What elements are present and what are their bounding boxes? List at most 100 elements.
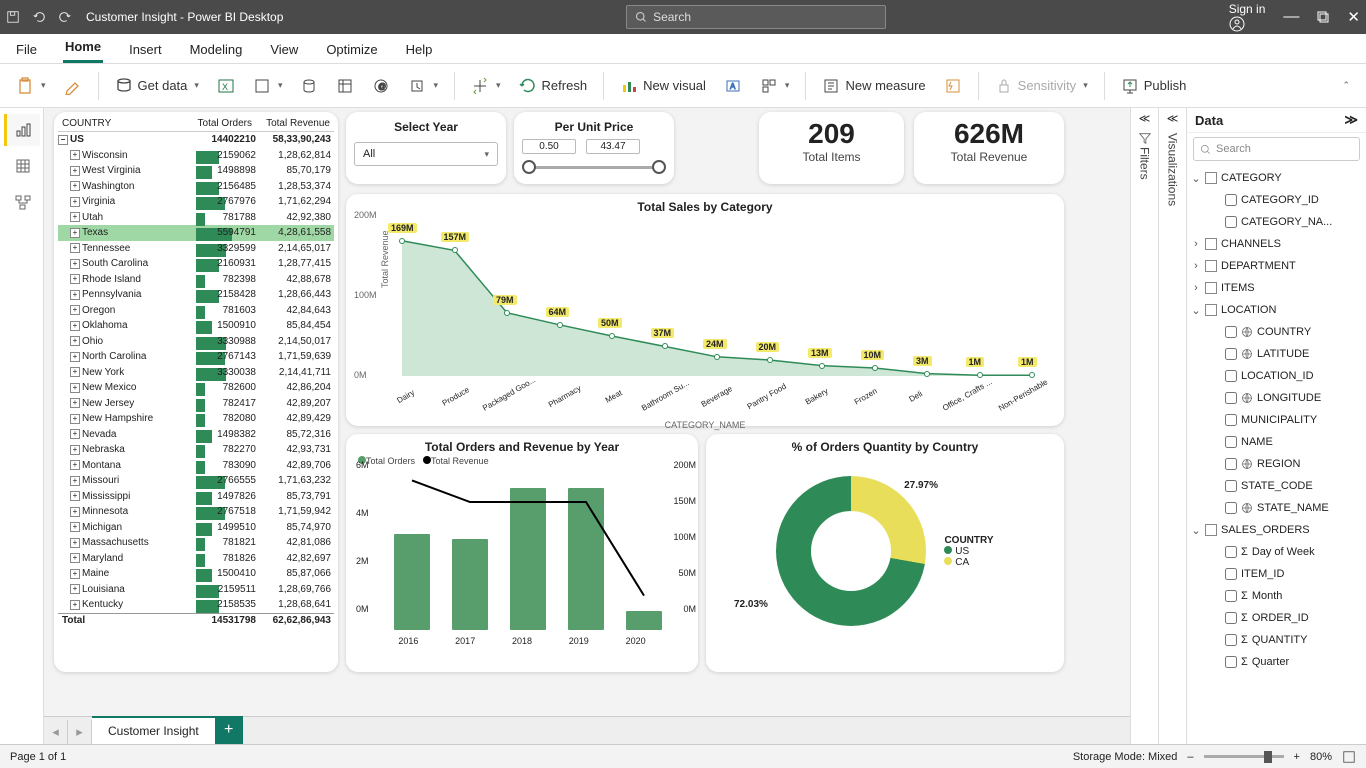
minimize-icon[interactable]: — — [1283, 8, 1299, 26]
field-node[interactable]: LATITUDE — [1191, 343, 1362, 365]
ribbon-collapse-icon[interactable]: ⌃ — [1334, 76, 1356, 95]
matrix-row[interactable]: + Wisconsin21590621,28,62,814 — [58, 148, 334, 164]
enter-data-button[interactable] — [330, 73, 360, 99]
field-node[interactable]: ITEM_ID — [1191, 563, 1362, 585]
expand-icon[interactable]: + — [70, 398, 80, 408]
matrix-row[interactable]: + Oregon78160342,84,643 — [58, 303, 334, 319]
matrix-row[interactable]: + Massachusetts78182142,81,086 — [58, 535, 334, 551]
zoom-in-button[interactable]: + — [1294, 751, 1300, 763]
range-knob-max[interactable] — [652, 160, 666, 174]
expand-icon[interactable]: + — [70, 569, 80, 579]
format-painter-button[interactable] — [58, 73, 88, 99]
publish-button[interactable]: Publish — [1115, 73, 1193, 99]
paste-button[interactable]: ▾ — [10, 73, 52, 99]
range-max[interactable]: 43.47 — [586, 139, 640, 154]
close-icon[interactable]: ✕ — [1347, 8, 1360, 26]
expand-icon[interactable]: + — [70, 367, 80, 377]
sales-by-category-chart[interactable]: Total Sales by Category Total Revenue 0M… — [346, 194, 1064, 426]
expand-icon[interactable]: + — [70, 336, 80, 346]
matrix-row[interactable]: + Utah78178842,92,380 — [58, 210, 334, 226]
orders-revenue-by-year-chart[interactable]: Total Orders and Revenue by Year Total O… — [346, 434, 698, 672]
matrix-row[interactable]: + Missouri27665551,71,63,232 — [58, 473, 334, 489]
visualizations-pane-collapsed[interactable]: ≪ Visualizations — [1158, 108, 1186, 744]
expand-icon[interactable]: + — [70, 553, 80, 563]
expand-icon[interactable]: + — [70, 476, 80, 486]
expand-icon[interactable]: + — [70, 166, 80, 176]
matrix-row[interactable]: + Maine150041085,87,066 — [58, 566, 334, 582]
table-node[interactable]: › ITEMS — [1191, 277, 1362, 299]
data-hub-button[interactable]: ▾ — [247, 73, 289, 99]
refresh-button[interactable]: Refresh — [513, 73, 594, 99]
field-node[interactable]: CATEGORY_ID — [1191, 189, 1362, 211]
range-track[interactable] — [528, 166, 660, 169]
add-page-button[interactable]: + — [215, 716, 243, 744]
tab-prev-button[interactable]: ◂ — [44, 720, 68, 744]
matrix-row[interactable]: + Nebraska78227042,93,731 — [58, 442, 334, 458]
expand-icon[interactable]: + — [70, 460, 80, 470]
new-visual-button[interactable]: New visual — [614, 73, 712, 99]
matrix-row[interactable]: + Tennessee33295992,14,65,017 — [58, 241, 334, 257]
matrix-row[interactable]: + Michigan149951085,74,970 — [58, 520, 334, 536]
collapse-icon[interactable]: − — [58, 135, 68, 145]
expand-icon[interactable]: + — [70, 259, 80, 269]
page-tab[interactable]: Customer Insight — [92, 716, 215, 744]
expand-icon[interactable]: + — [70, 522, 80, 532]
expand-icon[interactable]: + — [70, 321, 80, 331]
fields-search[interactable]: Search — [1193, 137, 1360, 161]
matrix-row[interactable]: + New Mexico78260042,86,204 — [58, 380, 334, 396]
field-node[interactable]: STATE_CODE — [1191, 475, 1362, 497]
model-view-button[interactable] — [4, 186, 40, 218]
expand-icon[interactable]: + — [70, 538, 80, 548]
matrix-row[interactable]: + New York33300382,14,41,711 — [58, 365, 334, 381]
field-node[interactable]: NAME — [1191, 431, 1362, 453]
field-node[interactable]: Σ Quarter — [1191, 651, 1362, 673]
matrix-row[interactable]: + Oklahoma150091085,84,454 — [58, 318, 334, 334]
expand-icon[interactable]: + — [70, 290, 80, 300]
filters-pane-collapsed[interactable]: ≪ Filters — [1130, 108, 1158, 744]
expand-icon[interactable]: + — [70, 150, 80, 160]
expand-icon[interactable]: + — [70, 507, 80, 517]
expand-icon[interactable]: + — [70, 197, 80, 207]
menu-insert[interactable]: Insert — [127, 38, 164, 63]
matrix-row[interactable]: + Minnesota27675181,71,59,942 — [58, 504, 334, 520]
expand-icon[interactable]: + — [70, 383, 80, 393]
matrix-row[interactable]: + Mississippi149782685,73,791 — [58, 489, 334, 505]
field-node[interactable]: CATEGORY_NA... — [1191, 211, 1362, 233]
menu-view[interactable]: View — [268, 38, 300, 63]
save-icon[interactable] — [6, 10, 20, 24]
more-visuals-button[interactable]: ▾ — [754, 73, 796, 99]
expand-icon[interactable]: + — [70, 445, 80, 455]
menu-file[interactable]: File — [14, 38, 39, 63]
sql-source-button[interactable] — [294, 73, 324, 99]
matrix-row[interactable]: + Kentucky21585351,28,68,641 — [58, 597, 334, 613]
field-node[interactable]: LONGITUDE — [1191, 387, 1362, 409]
field-node[interactable]: Σ Day of Week — [1191, 541, 1362, 563]
field-node[interactable]: Σ ORDER_ID — [1191, 607, 1362, 629]
report-view-button[interactable] — [4, 114, 40, 146]
expand-icon[interactable]: + — [70, 414, 80, 424]
country-matrix-visual[interactable]: COUNTRY Total Orders Total Revenue − US1… — [54, 112, 338, 672]
field-node[interactable]: COUNTRY — [1191, 321, 1362, 343]
recent-sources-button[interactable]: ▾ — [402, 73, 444, 99]
tab-next-button[interactable]: ▸ — [68, 720, 92, 744]
expand-icon[interactable]: + — [70, 429, 80, 439]
data-view-button[interactable] — [4, 150, 40, 182]
expand-icon[interactable]: + — [70, 274, 80, 284]
per-unit-price-slicer[interactable]: Per Unit Price 0.5043.47 — [514, 112, 674, 184]
field-node[interactable]: MUNICIPALITY — [1191, 409, 1362, 431]
range-knob-min[interactable] — [522, 160, 536, 174]
field-node[interactable]: LOCATION_ID — [1191, 365, 1362, 387]
excel-source-button[interactable]: X — [211, 73, 241, 99]
matrix-row[interactable]: + South Carolina21609311,28,77,415 — [58, 256, 334, 272]
undo-icon[interactable] — [32, 10, 46, 24]
matrix-row[interactable]: + North Carolina27671431,71,59,639 — [58, 349, 334, 365]
quick-measure-button[interactable] — [938, 73, 968, 99]
text-box-button[interactable]: A — [718, 73, 748, 99]
field-node[interactable]: Σ Month — [1191, 585, 1362, 607]
orders-by-country-donut[interactable]: % of Orders Quantity by Country 72.03% 2… — [706, 434, 1064, 672]
matrix-row[interactable]: + Montana78309042,89,706 — [58, 458, 334, 474]
fit-page-icon[interactable] — [1342, 750, 1356, 764]
dataverse-button[interactable]: @ — [366, 73, 396, 99]
expand-viz-icon[interactable]: ≪ — [1167, 112, 1179, 125]
matrix-row[interactable]: + Virginia27679761,71,62,294 — [58, 194, 334, 210]
